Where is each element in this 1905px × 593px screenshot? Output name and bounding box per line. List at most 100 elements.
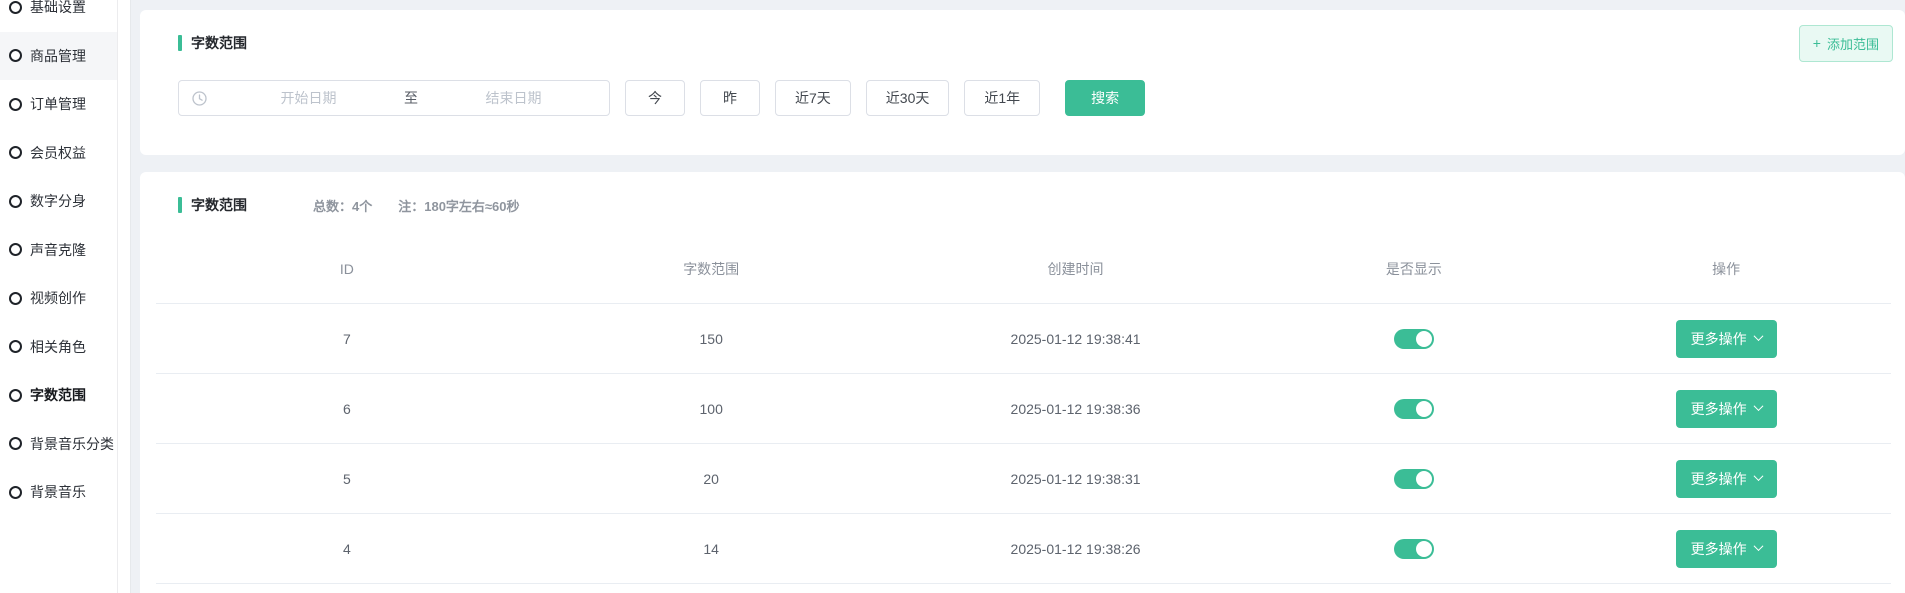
quick-range-30days-button[interactable]: 近30天 (866, 80, 950, 116)
cell-range: 150 (538, 331, 885, 347)
sidebar-item-product-management[interactable]: 商品管理 (0, 32, 118, 81)
circle-icon (9, 486, 22, 499)
table-panel-header: 字数范围 总数：4个 注：180字左右≈60秒 (140, 172, 1905, 220)
more-actions-label: 更多操作 (1691, 399, 1747, 419)
sidebar-item-related-roles[interactable]: 相关角色 (0, 323, 118, 372)
cell-created: 2025-01-12 19:38:41 (885, 331, 1267, 347)
circle-icon (9, 98, 22, 111)
start-date-placeholder: 开始日期 (213, 88, 404, 108)
quick-range-yesterday-button[interactable]: 昨 (700, 80, 760, 116)
cell-range: 100 (538, 401, 885, 417)
total-count-label: 总数：4个 (313, 196, 372, 215)
date-range-input[interactable]: 开始日期 至 结束日期 (178, 80, 610, 116)
cell-id: 6 (156, 401, 538, 417)
visibility-toggle[interactable] (1394, 469, 1434, 489)
ranges-table: ID 字数范围 创建时间 是否显示 操作 7 150 2025-01-12 19… (156, 234, 1891, 584)
sidebar-item-label: 基础设置 (30, 0, 86, 17)
toggle-knob (1416, 401, 1432, 417)
sidebar-item-order-management[interactable]: 订单管理 (0, 80, 118, 129)
quick-range-1year-button[interactable]: 近1年 (964, 80, 1040, 116)
circle-icon (9, 49, 22, 62)
sidebar-item-basic-settings[interactable]: 基础设置 (0, 0, 118, 32)
sidebar-item-label: 背景音乐分类 (30, 434, 114, 454)
circle-icon (9, 1, 22, 14)
sidebar-item-digital-avatar[interactable]: 数字分身 (0, 177, 118, 226)
filter-panel: 字数范围 + 添加范围 开始日期 至 结束日期 今 昨 近7天 近30天 近1年… (140, 10, 1905, 155)
table-panel-title: 字数范围 (191, 195, 247, 215)
chevron-down-icon (1753, 471, 1763, 481)
sidebar-item-label: 背景音乐 (30, 482, 86, 502)
circle-icon (9, 389, 22, 402)
sidebar-item-voice-clone[interactable]: 声音克隆 (0, 226, 118, 275)
cell-created: 2025-01-12 19:38:26 (885, 541, 1267, 557)
table-row: 6 100 2025-01-12 19:38:36 更多操作 (156, 374, 1891, 444)
circle-icon (9, 243, 22, 256)
add-range-button[interactable]: + 添加范围 (1799, 25, 1893, 62)
add-range-button-label: 添加范围 (1827, 34, 1879, 53)
sidebar-item-label: 声音克隆 (30, 240, 86, 260)
circle-icon (9, 146, 22, 159)
date-range-separator: 至 (404, 88, 418, 108)
sidebar-menu: 基础设置 商品管理 订单管理 会员权益 数字分身 声音克隆 视频创作 相关角色 (0, 0, 130, 517)
more-actions-button[interactable]: 更多操作 (1676, 320, 1777, 358)
cell-created: 2025-01-12 19:38:31 (885, 471, 1267, 487)
visibility-toggle[interactable] (1394, 329, 1434, 349)
clock-icon (192, 91, 207, 106)
sidebar-scrollbar[interactable] (117, 0, 130, 593)
sidebar-item-bgm-category[interactable]: 背景音乐分类 (0, 420, 118, 469)
toggle-knob (1416, 541, 1432, 557)
sidebar-item-label: 视频创作 (30, 288, 86, 308)
end-date-placeholder: 结束日期 (418, 88, 609, 108)
note-label: 注：180字左右≈60秒 (398, 196, 519, 215)
toggle-knob (1416, 331, 1432, 347)
cell-id: 5 (156, 471, 538, 487)
circle-icon (9, 340, 22, 353)
cell-id: 4 (156, 541, 538, 557)
chevron-down-icon (1753, 541, 1763, 551)
cell-range: 20 (538, 471, 885, 487)
sidebar: 基础设置 商品管理 订单管理 会员权益 数字分身 声音克隆 视频创作 相关角色 (0, 0, 131, 593)
filter-panel-title: 字数范围 (191, 33, 247, 53)
sidebar-item-label: 商品管理 (30, 46, 86, 66)
visibility-toggle[interactable] (1394, 539, 1434, 559)
sidebar-item-word-count-range[interactable]: 字数范围 (0, 371, 118, 420)
filter-row: 开始日期 至 结束日期 今 昨 近7天 近30天 近1年 搜索 (178, 80, 1905, 116)
sidebar-item-label: 字数范围 (30, 385, 86, 405)
table-header-row: ID 字数范围 创建时间 是否显示 操作 (156, 234, 1891, 304)
circle-icon (9, 292, 22, 305)
accent-bar (178, 197, 182, 213)
circle-icon (9, 437, 22, 450)
more-actions-label: 更多操作 (1691, 539, 1747, 559)
table-row: 4 14 2025-01-12 19:38:26 更多操作 (156, 514, 1891, 584)
quick-range-today-button[interactable]: 今 (625, 80, 685, 116)
column-header-id: ID (156, 261, 538, 277)
table-panel: 字数范围 总数：4个 注：180字左右≈60秒 ID 字数范围 创建时间 是否显… (140, 172, 1905, 593)
column-header-range: 字数范围 (538, 259, 885, 279)
sidebar-item-bgm[interactable]: 背景音乐 (0, 468, 118, 517)
more-actions-button[interactable]: 更多操作 (1676, 530, 1777, 568)
sidebar-item-label: 数字分身 (30, 191, 86, 211)
accent-bar (178, 35, 182, 51)
cell-range: 14 (538, 541, 885, 557)
cell-id: 7 (156, 331, 538, 347)
column-header-actions: 操作 (1561, 259, 1891, 279)
plus-icon: + (1813, 36, 1821, 50)
toggle-knob (1416, 471, 1432, 487)
more-actions-button[interactable]: 更多操作 (1676, 390, 1777, 428)
circle-icon (9, 195, 22, 208)
column-header-created: 创建时间 (885, 259, 1267, 279)
column-header-visible: 是否显示 (1266, 259, 1561, 279)
visibility-toggle[interactable] (1394, 399, 1434, 419)
sidebar-item-label: 订单管理 (30, 94, 86, 114)
chevron-down-icon (1753, 401, 1763, 411)
chevron-down-icon (1753, 331, 1763, 341)
sidebar-item-member-benefits[interactable]: 会员权益 (0, 129, 118, 178)
more-actions-label: 更多操作 (1691, 329, 1747, 349)
sidebar-item-label: 会员权益 (30, 143, 86, 163)
sidebar-item-video-creation[interactable]: 视频创作 (0, 274, 118, 323)
cell-created: 2025-01-12 19:38:36 (885, 401, 1267, 417)
search-button[interactable]: 搜索 (1065, 80, 1145, 116)
more-actions-button[interactable]: 更多操作 (1676, 460, 1777, 498)
table-row: 7 150 2025-01-12 19:38:41 更多操作 (156, 304, 1891, 374)
quick-range-7days-button[interactable]: 近7天 (775, 80, 851, 116)
